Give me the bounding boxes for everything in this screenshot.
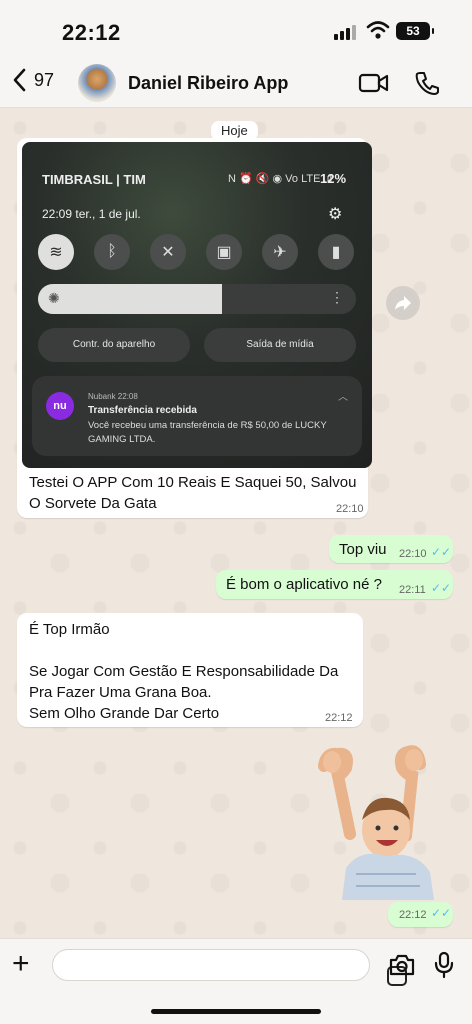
camera-icon[interactable] (388, 953, 416, 977)
phone-call-icon[interactable] (414, 70, 440, 96)
message-time: 22:10 (336, 503, 364, 515)
unread-count: 97 (34, 69, 55, 90)
home-indicator (151, 1009, 321, 1014)
contact-name[interactable]: Daniel Ribeiro App (128, 73, 288, 94)
gear-icon: ⚙ (328, 206, 343, 223)
read-receipt-icon: ✓✓ (431, 906, 452, 920)
screenshot-carrier: TIMBRASIL | TIM (42, 172, 146, 187)
message-time: 22:12 (325, 712, 353, 724)
share-arrow-icon (395, 296, 411, 310)
notification-title: Transferência recebida (88, 405, 197, 416)
device-control-pill: Contr. do aparelho (38, 328, 190, 362)
message-text: É bom o aplicativo né ? (226, 576, 382, 593)
status-time: 22:12 (62, 20, 121, 45)
attach-plus-icon[interactable]: + (12, 949, 30, 979)
message-input[interactable] (52, 949, 407, 986)
cellular-signal-icon (334, 24, 360, 40)
microphone-icon[interactable] (434, 951, 454, 979)
brightness-slider: ✺ ⋮ (38, 284, 356, 314)
brightness-fill (38, 284, 223, 314)
bluetooth-toggle-icon: ᛒ (94, 234, 130, 270)
flashlight-icon: ▮ (318, 234, 354, 270)
chevron-left-icon (13, 68, 26, 92)
sun-icon: ✺ (48, 290, 60, 306)
read-receipt-icon: ✓✓ (431, 581, 452, 595)
screenshot-status-icons: N ⏰ 🔇 ◉ Vo LTE .ıl (228, 173, 333, 185)
status-bar: 22:12 53 (0, 0, 472, 60)
nubank-notification: nu Nubank 22:08 Transferência recebida V… (32, 376, 362, 456)
message-text: Top viu (339, 541, 387, 558)
battery-icon: 53 (396, 22, 434, 40)
media-output-pill: Saída de mídia (204, 328, 356, 362)
wifi-toggle-icon: ≋ (38, 234, 74, 270)
message-time: 22:10 (399, 548, 427, 560)
more-vertical-icon: ⋮ (330, 289, 344, 305)
screenshot-battery: 12% (320, 171, 347, 186)
chevron-up-icon: ︿ (338, 392, 348, 403)
video-call-icon[interactable] (358, 71, 390, 95)
mute-toggle-icon: ✕ (150, 234, 186, 270)
thumbs-up-kid-sticker[interactable] (316, 744, 440, 900)
screenshot-datetime: 22:09 ter., 1 de jul. (42, 207, 141, 221)
airplane-mode-icon: ✈ (262, 234, 298, 270)
wifi-icon (366, 21, 390, 39)
back-button[interactable]: 97 (12, 68, 54, 92)
forward-button[interactable] (386, 286, 420, 320)
contact-avatar[interactable] (78, 64, 116, 102)
shared-screenshot-image[interactable]: TIMBRASIL | TIM N ⏰ 🔇 ◉ Vo LTE .ıl 12% 2… (22, 142, 372, 468)
nubank-logo-icon: nu (46, 392, 74, 420)
message-text: Testei O APP Com 10 Reais E Saquei 50, S… (29, 474, 357, 512)
notification-body: Você recebeu uma transferência de R$ 50,… (88, 420, 327, 445)
read-receipt-icon: ✓✓ (431, 545, 452, 559)
message-time: 22:11 (399, 584, 426, 596)
chat-header: 97 Daniel Ribeiro App (0, 60, 472, 108)
notification-app: Nubank 22:08 (88, 392, 138, 401)
message-text: É Top Irmão Se Jogar Com Gestão E Respon… (29, 621, 339, 722)
message-time: 22:12 (399, 909, 427, 921)
rotation-lock-icon: ▣ (206, 234, 242, 270)
